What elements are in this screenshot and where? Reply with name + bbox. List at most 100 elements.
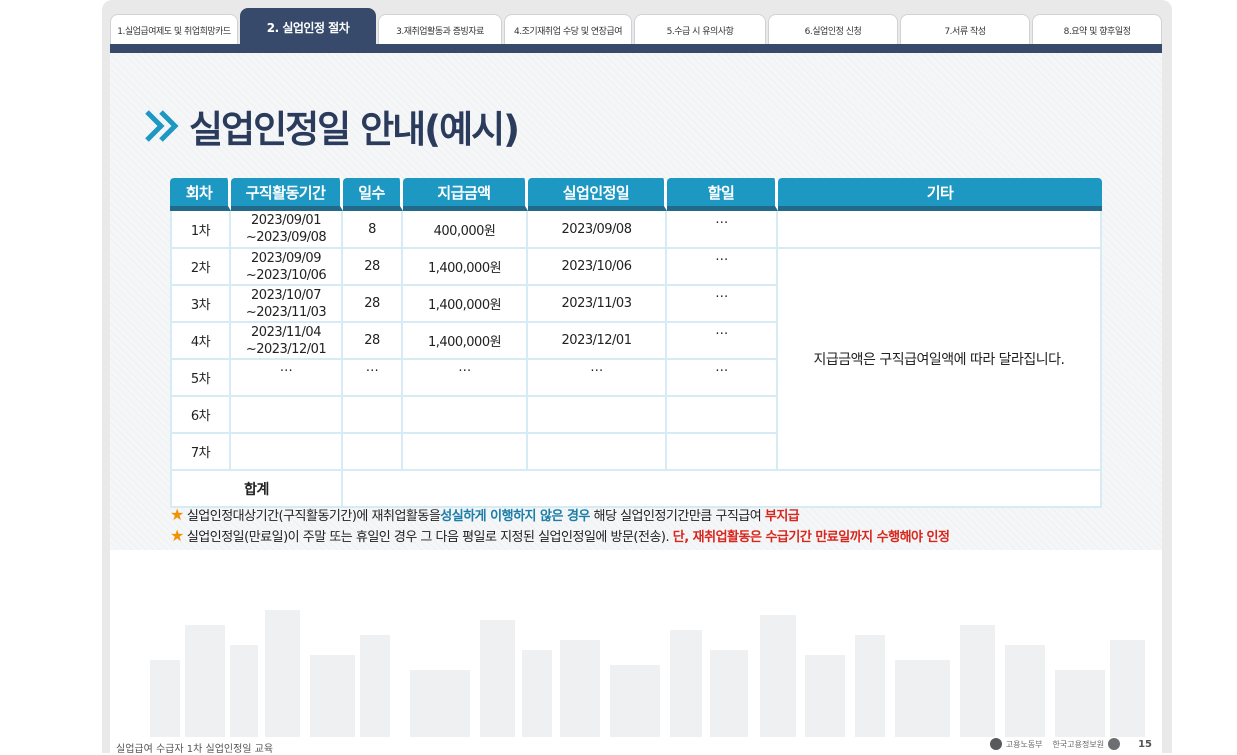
cell-round: 6차 bbox=[170, 397, 231, 434]
cell-task: … bbox=[667, 249, 778, 286]
cell-days: 28 bbox=[343, 249, 403, 286]
star-icon: ★ bbox=[170, 505, 184, 524]
tab-bar: 1.실업급여제도 및 취업희망카드 2. 실업인정 절차 3.재취업활동과 증빙… bbox=[110, 8, 1162, 46]
tab-7[interactable]: 7.서류 작성 bbox=[900, 14, 1030, 46]
header-days: 일수 bbox=[343, 178, 403, 211]
cell-period bbox=[231, 434, 343, 471]
period-start: 2023/11/04 bbox=[251, 324, 321, 340]
cell-total-value bbox=[343, 471, 1102, 508]
period-start: 2023/10/07 bbox=[251, 287, 321, 303]
cell-round: 2차 bbox=[170, 249, 231, 286]
notes: ★ 실업인정대상기간(구직활동기간)에 재취업활동을 성실하게 이행하지 않은 … bbox=[170, 504, 1170, 546]
keis-emblem-icon bbox=[1108, 738, 1121, 750]
header-etc: 기타 bbox=[778, 178, 1102, 211]
note-1-text-b: 해당 실업인정기간만큼 구직급여 bbox=[589, 509, 765, 524]
cell-date: … bbox=[528, 360, 667, 397]
tab-6[interactable]: 6.실업인정 신청 bbox=[768, 14, 898, 46]
double-chevron-icon bbox=[145, 110, 179, 142]
tab-4[interactable]: 4.조기재취업 수당 및 연장급여 bbox=[504, 14, 632, 46]
task-dots: … bbox=[715, 249, 728, 264]
total-label: 합계 bbox=[244, 481, 269, 498]
cell-period: … bbox=[231, 360, 343, 397]
cell-days: … bbox=[343, 360, 403, 397]
amount-note: 지급금액은 구직급여일액에 따라 달라집니다. bbox=[813, 352, 1065, 368]
cell-period: 2023/09/09 ~2023/10/06 bbox=[231, 249, 343, 286]
date-dots: … bbox=[590, 360, 603, 375]
period-end: ~2023/11/03 bbox=[245, 304, 327, 320]
cell-period: 2023/11/04 ~2023/12/01 bbox=[231, 323, 343, 360]
tab-5[interactable]: 5.수급 시 유의사항 bbox=[634, 14, 766, 46]
tab-2[interactable]: 2. 실업인정 절차 bbox=[240, 8, 376, 46]
cell-amount: 1,400,000원 bbox=[403, 249, 528, 286]
schedule-table: 회차 구직활동기간 일수 지급금액 실업인정일 할일 기타 1차 2023/09… bbox=[170, 178, 1102, 508]
star-icon: ★ bbox=[170, 526, 184, 545]
period-start: 2023/09/01 bbox=[251, 213, 321, 228]
note-2-text: 실업인정일(만료일)이 주말 또는 휴일인 경우 그 다음 평일로 지정된 실업… bbox=[186, 530, 673, 545]
cell-task: … bbox=[667, 286, 778, 323]
cell-round: 7차 bbox=[170, 434, 231, 471]
footer: 실업급여 수급자 1차 실업인정일 교육 고용노동부 한국고용정보원 15 bbox=[110, 737, 1162, 755]
header-period: 구직활동기간 bbox=[231, 178, 343, 211]
org1-label: 고용노동부 bbox=[1005, 739, 1043, 749]
cell-period bbox=[231, 397, 343, 434]
cell-date bbox=[528, 397, 667, 434]
header-round: 회차 bbox=[170, 178, 231, 211]
cell-total-label: 합계 bbox=[170, 471, 343, 508]
cell-etc bbox=[778, 211, 1102, 249]
tab-8[interactable]: 8.요약 및 향후일정 bbox=[1032, 14, 1162, 46]
tab-3[interactable]: 3.재취업활동과 증빙자료 bbox=[378, 14, 502, 46]
task-dots: … bbox=[715, 286, 728, 301]
task-dots: … bbox=[715, 360, 728, 375]
keis-logo: 한국고용정보원 bbox=[1053, 738, 1121, 750]
period-end: ~2023/09/08 bbox=[245, 230, 327, 245]
cell-date: 2023/09/08 bbox=[528, 211, 667, 249]
cell-round: 3차 bbox=[170, 286, 231, 323]
cell-days bbox=[343, 434, 403, 471]
tab-1[interactable]: 1.실업급여제도 및 취업희망카드 bbox=[110, 14, 238, 46]
cell-amount: 1,400,000원 bbox=[403, 323, 528, 360]
days-dots: … bbox=[365, 360, 379, 375]
title-row: 실업인정일 안내(예시) bbox=[143, 96, 520, 156]
cell-round: 1차 bbox=[170, 211, 231, 249]
period-end: ~2023/10/06 bbox=[245, 267, 327, 283]
cell-task bbox=[667, 397, 778, 434]
note-2-red: 단, 재취업활동은 수급기간 만료일까지 수행해야 인정 bbox=[672, 530, 950, 545]
note-1-red: 부지급 bbox=[764, 509, 800, 524]
org2-label: 한국고용정보원 bbox=[1052, 739, 1105, 749]
skyline-area bbox=[110, 550, 1162, 737]
header-date: 실업인정일 bbox=[528, 178, 667, 211]
cell-task: … bbox=[667, 360, 778, 397]
tab-underline bbox=[110, 44, 1162, 53]
header-task: 할일 bbox=[667, 178, 778, 211]
cell-round: 5차 bbox=[170, 360, 231, 397]
cell-days: 8 bbox=[343, 211, 403, 249]
cell-round: 4차 bbox=[170, 323, 231, 360]
moel-logo: 고용노동부 bbox=[989, 738, 1043, 750]
city-skyline-image bbox=[150, 610, 1145, 737]
table-row: 1차 2023/09/01 ~2023/09/08 8 400,000원 2023… bbox=[170, 211, 1102, 249]
cell-amount bbox=[403, 397, 528, 434]
table-row: 2차 2023/09/09 ~2023/10/06 28 1,400,000원 2… bbox=[170, 249, 1102, 471]
cell-amount: 400,000원 bbox=[403, 211, 528, 249]
table-header-row: 회차 구직활동기간 일수 지급금액 실업인정일 할일 기타 bbox=[170, 178, 1102, 211]
amount-dots: … bbox=[458, 360, 471, 375]
cell-amount: 1,400,000원 bbox=[403, 286, 528, 323]
cell-days: 28 bbox=[343, 286, 403, 323]
task-dots: … bbox=[715, 323, 728, 338]
cell-note: 지급금액은 구직급여일액에 따라 달라집니다. bbox=[778, 249, 1102, 471]
cell-days bbox=[343, 397, 403, 434]
note-1-highlight: 성실하게 이행하지 않은 경우 bbox=[440, 509, 590, 524]
cell-date: 2023/10/06 bbox=[528, 249, 667, 286]
note-2: ★ 실업인정일(만료일)이 주말 또는 휴일인 경우 그 다음 평일로 지정된 … bbox=[170, 525, 1170, 546]
cell-task: … bbox=[667, 211, 778, 249]
cell-period: 2023/10/07 ~2023/11/03 bbox=[231, 286, 343, 323]
page-number: 15 bbox=[1138, 738, 1152, 750]
cell-date: 2023/11/03 bbox=[528, 286, 667, 323]
moel-emblem-icon bbox=[989, 738, 1002, 750]
period-end: ~2023/12/01 bbox=[245, 341, 327, 357]
period-start: 2023/09/09 bbox=[251, 250, 321, 266]
total-row: 합계 bbox=[170, 471, 1102, 508]
cell-date bbox=[528, 434, 667, 471]
note-1-text-a: 실업인정대상기간(구직활동기간)에 재취업활동을 bbox=[186, 509, 441, 524]
cell-task bbox=[667, 434, 778, 471]
